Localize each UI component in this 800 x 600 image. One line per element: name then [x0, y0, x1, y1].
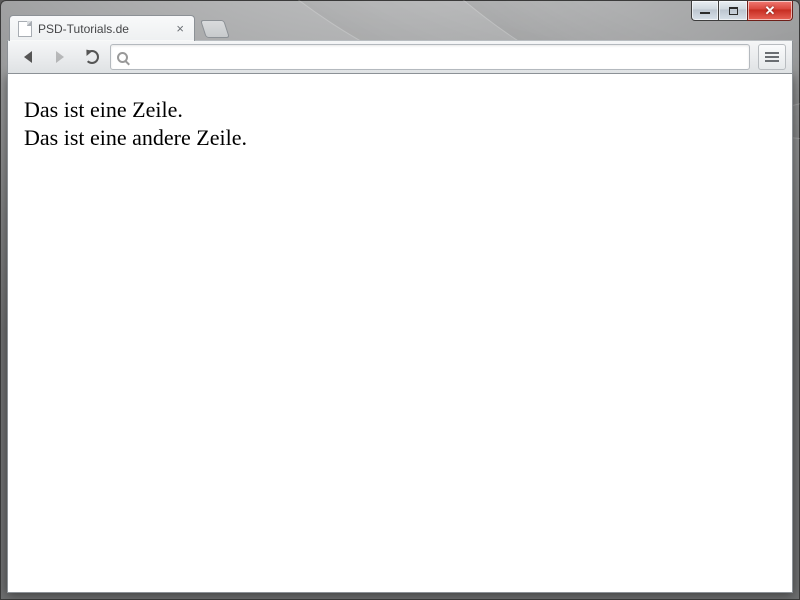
page-viewport: Das ist eine Zeile. Das ist eine andere … — [7, 74, 793, 593]
close-icon: ✕ — [765, 3, 776, 19]
page-content: Das ist eine Zeile. Das ist eine andere … — [8, 74, 792, 161]
back-button[interactable] — [14, 44, 42, 70]
window-maximize-button[interactable] — [718, 1, 748, 21]
minimize-icon — [700, 12, 710, 14]
search-icon — [117, 52, 128, 63]
browser-tab[interactable]: PSD-Tutorials.de × — [9, 15, 195, 41]
menu-button[interactable] — [758, 44, 786, 70]
reload-icon — [85, 50, 99, 64]
forward-button[interactable] — [46, 44, 74, 70]
window-minimize-button[interactable] — [691, 1, 719, 21]
tab-close-button[interactable]: × — [174, 21, 186, 36]
file-icon — [18, 21, 32, 37]
browser-toolbar — [7, 40, 793, 74]
arrow-left-icon — [24, 51, 32, 63]
reload-button[interactable] — [78, 44, 106, 70]
hamburger-icon — [765, 56, 779, 58]
window-caption-buttons: ✕ — [692, 1, 793, 21]
tab-title: PSD-Tutorials.de — [38, 22, 168, 36]
address-bar[interactable] — [110, 44, 750, 70]
maximize-icon — [729, 7, 738, 15]
text-line: Das ist eine andere Zeile. — [24, 124, 782, 152]
arrow-right-icon — [56, 51, 64, 63]
browser-window: ✕ PSD-Tutorials.de × Das ist eine Zeile.… — [0, 0, 800, 600]
omnibox-input[interactable] — [134, 50, 743, 65]
text-line: Das ist eine Zeile. — [24, 96, 782, 124]
new-tab-button[interactable] — [200, 20, 230, 38]
window-close-button[interactable]: ✕ — [747, 1, 793, 21]
tab-strip: PSD-Tutorials.de × — [9, 15, 791, 41]
